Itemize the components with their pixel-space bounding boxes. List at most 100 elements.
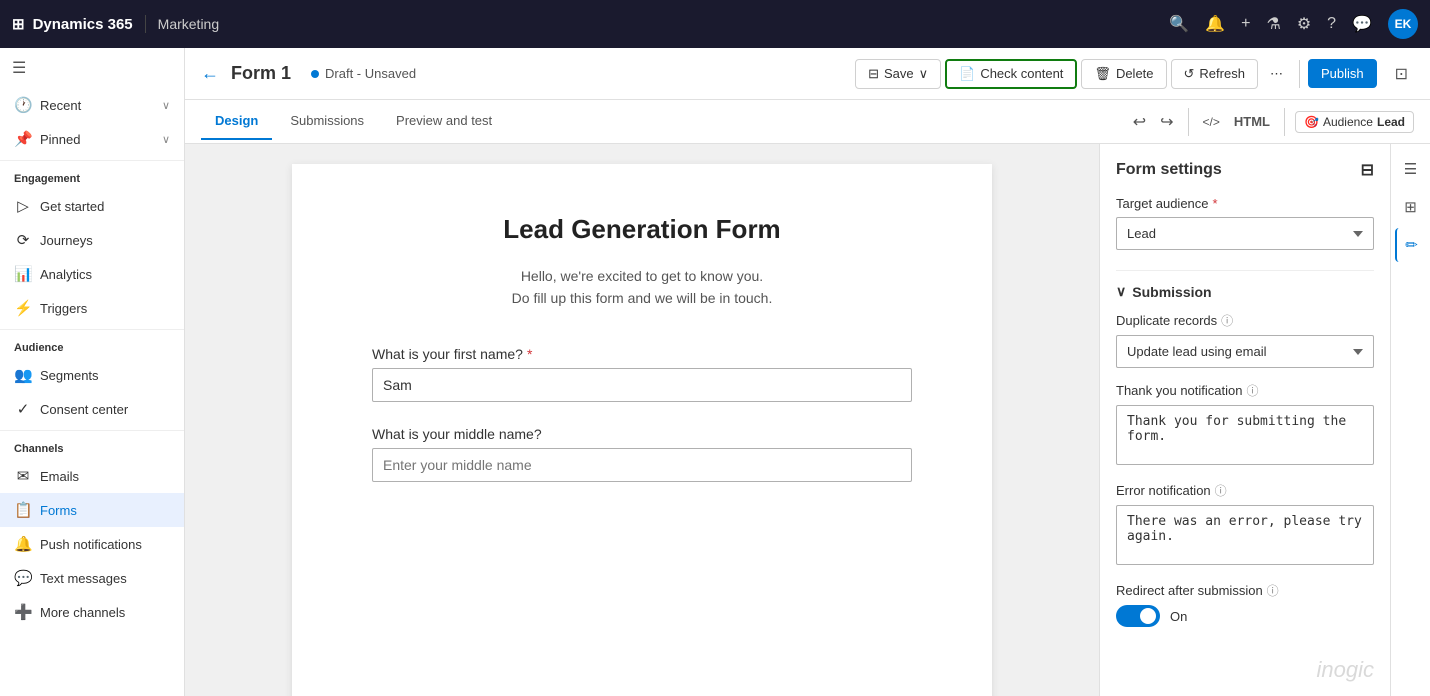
app-logo[interactable]: ⊞ Dynamics 365 — [12, 15, 146, 33]
sidebar-item-segments[interactable]: 👥 Segments — [0, 358, 184, 392]
push-icon: 🔔 — [14, 535, 32, 553]
main-layout: ☰ 🕐 Recent ∨ 📌 Pinned ∨ Engagement ▷ Get… — [0, 48, 1430, 696]
journeys-icon: ⟳ — [14, 231, 32, 249]
form-settings-panel: Form settings ⊟ Target audience * Lead — [1100, 144, 1390, 696]
notification-icon[interactable]: 🔔 — [1205, 14, 1225, 34]
app-name: Dynamics 365 — [33, 16, 133, 33]
sidebar-item-text[interactable]: 💬 Text messages — [0, 561, 184, 595]
form-field-middlename: What is your middle name? — [372, 426, 912, 482]
status-text: Draft - Unsaved — [325, 66, 416, 81]
duplicate-records-select[interactable]: Update lead using email Always create ne… — [1116, 335, 1374, 368]
sidebar-item-get-started[interactable]: ▷ Get started — [0, 189, 184, 223]
sidebar-item-recent[interactable]: 🕐 Recent ∨ — [0, 88, 184, 122]
thankyou-textarea[interactable] — [1116, 405, 1374, 465]
avatar[interactable]: EK — [1388, 9, 1418, 39]
push-label: Push notifications — [40, 537, 142, 552]
tab-submissions[interactable]: Submissions — [276, 103, 378, 140]
more-label: More channels — [40, 605, 125, 620]
redirect-info-icon: ⓘ — [1267, 582, 1279, 599]
submission-section: ∨ Submission Duplicate records ⓘ Update … — [1116, 283, 1374, 683]
form-canvas[interactable]: Lead Generation Form Hello, we're excite… — [185, 144, 1099, 696]
tab-toolbar: ↩ ↪ </> HTML 🎯 Audience Lead — [1129, 108, 1414, 136]
publish-button[interactable]: Publish — [1308, 59, 1377, 88]
error-textarea[interactable] — [1116, 505, 1374, 565]
sidebar-item-analytics[interactable]: 📊 Analytics — [0, 257, 184, 291]
redo-icon[interactable]: ↪ — [1156, 108, 1177, 136]
recent-label: Recent — [40, 98, 81, 113]
style-panel-icon[interactable]: ✏ — [1395, 228, 1426, 262]
audience-section: Audience — [0, 334, 184, 358]
sidebar-item-more[interactable]: ➕ More channels — [0, 595, 184, 629]
delete-button[interactable]: 🗑 Delete — [1081, 59, 1166, 89]
settings-icon[interactable]: ⚙ — [1297, 14, 1311, 34]
get-started-icon: ▷ — [14, 197, 32, 215]
thankyou-info-icon: ⓘ — [1246, 382, 1258, 399]
search-icon[interactable]: 🔍 — [1169, 14, 1189, 34]
sidebar-item-consent[interactable]: ✓ Consent center — [0, 392, 184, 426]
status-dot — [311, 70, 319, 78]
undo-icon[interactable]: ↩ — [1129, 108, 1150, 136]
panel-expand-icon[interactable]: ⊟ — [1361, 160, 1374, 180]
hamburger-menu[interactable]: ☰ — [0, 48, 184, 88]
sidebar-item-push[interactable]: 🔔 Push notifications — [0, 527, 184, 561]
middlename-input[interactable] — [372, 448, 912, 482]
chevron-down-icon: ∨ — [162, 99, 170, 112]
properties-panel-icon[interactable]: ☰ — [1396, 152, 1425, 186]
audience-value: Lead — [1377, 115, 1405, 129]
save-button[interactable]: ⊟ Save ∨ — [855, 59, 941, 89]
more-icon: ➕ — [14, 603, 32, 621]
more-button[interactable]: ⋯ — [1262, 60, 1291, 88]
watermark: inogic — [1116, 657, 1374, 683]
refresh-button[interactable]: ↺ Refresh — [1171, 59, 1258, 89]
sidebar-item-journeys[interactable]: ⟳ Journeys — [0, 223, 184, 257]
html-label[interactable]: HTML — [1230, 110, 1274, 133]
back-button[interactable]: ← — [201, 63, 219, 84]
segments-label: Segments — [40, 368, 99, 383]
feedback-icon[interactable]: 💬 — [1352, 14, 1372, 34]
analytics-icon: 📊 — [14, 265, 32, 283]
save-icon: ⊟ — [868, 66, 879, 82]
audience-selector[interactable]: 🎯 Audience Lead — [1295, 111, 1414, 133]
firstname-input[interactable] — [372, 368, 912, 402]
sidebar-item-forms[interactable]: 📋 Forms — [0, 493, 184, 527]
middlename-label: What is your middle name? — [372, 426, 912, 442]
header-bar: ← Form 1 Draft - Unsaved ⊟ Save ∨ 📄 Chec… — [185, 48, 1430, 100]
help-icon[interactable]: ? — [1327, 15, 1336, 33]
triggers-icon: ⚡ — [14, 299, 32, 317]
add-panel-icon[interactable]: ⊞ — [1396, 190, 1425, 224]
target-audience-label: Target audience * — [1116, 196, 1374, 211]
toggle-on-text: On — [1170, 609, 1187, 624]
audience-label: Audience — [1323, 115, 1373, 129]
add-icon[interactable]: + — [1241, 15, 1250, 33]
consent-label: Consent center — [40, 402, 128, 417]
duplicate-records-label: Duplicate records ⓘ — [1116, 312, 1374, 329]
triggers-label: Triggers — [40, 301, 87, 316]
audience-icon: 🎯 — [1304, 115, 1319, 129]
page-title: Form 1 — [231, 63, 291, 84]
tab-preview[interactable]: Preview and test — [382, 103, 506, 140]
redirect-toggle[interactable] — [1116, 605, 1160, 627]
submission-section-header[interactable]: ∨ Submission — [1116, 283, 1374, 300]
subtitle-line1: Hello, we're excited to get to know you. — [372, 265, 912, 287]
target-audience-select[interactable]: Lead — [1116, 217, 1374, 250]
firstname-label: What is your first name? * — [372, 346, 912, 362]
segments-icon: 👥 — [14, 366, 32, 384]
audience-required: * — [1213, 196, 1218, 211]
side-panel-icon[interactable]: ⊡ — [1389, 58, 1414, 90]
more-dots-icon: ⋯ — [1270, 66, 1283, 82]
right-panel-container: Form settings ⊟ Target audience * Lead — [1099, 144, 1430, 696]
engagement-section: Engagement — [0, 165, 184, 189]
check-content-button[interactable]: 📄 Check content — [945, 59, 1077, 89]
pinned-label: Pinned — [40, 132, 80, 147]
delete-icon: 🗑 — [1094, 66, 1111, 82]
consent-icon: ✓ — [14, 400, 32, 418]
sidebar-item-pinned[interactable]: 📌 Pinned ∨ — [0, 122, 184, 156]
status-indicator: Draft - Unsaved — [311, 66, 416, 81]
sidebar-item-emails[interactable]: ✉ Emails — [0, 459, 184, 493]
tab-design[interactable]: Design — [201, 103, 272, 140]
top-bar: ⊞ Dynamics 365 Marketing 🔍 🔔 + ⚗ ⚙ ? 💬 E… — [0, 0, 1430, 48]
filter-icon[interactable]: ⚗ — [1266, 14, 1280, 34]
target-audience-section: Target audience * Lead — [1116, 196, 1374, 250]
text-icon: 💬 — [14, 569, 32, 587]
sidebar-item-triggers[interactable]: ⚡ Triggers — [0, 291, 184, 325]
